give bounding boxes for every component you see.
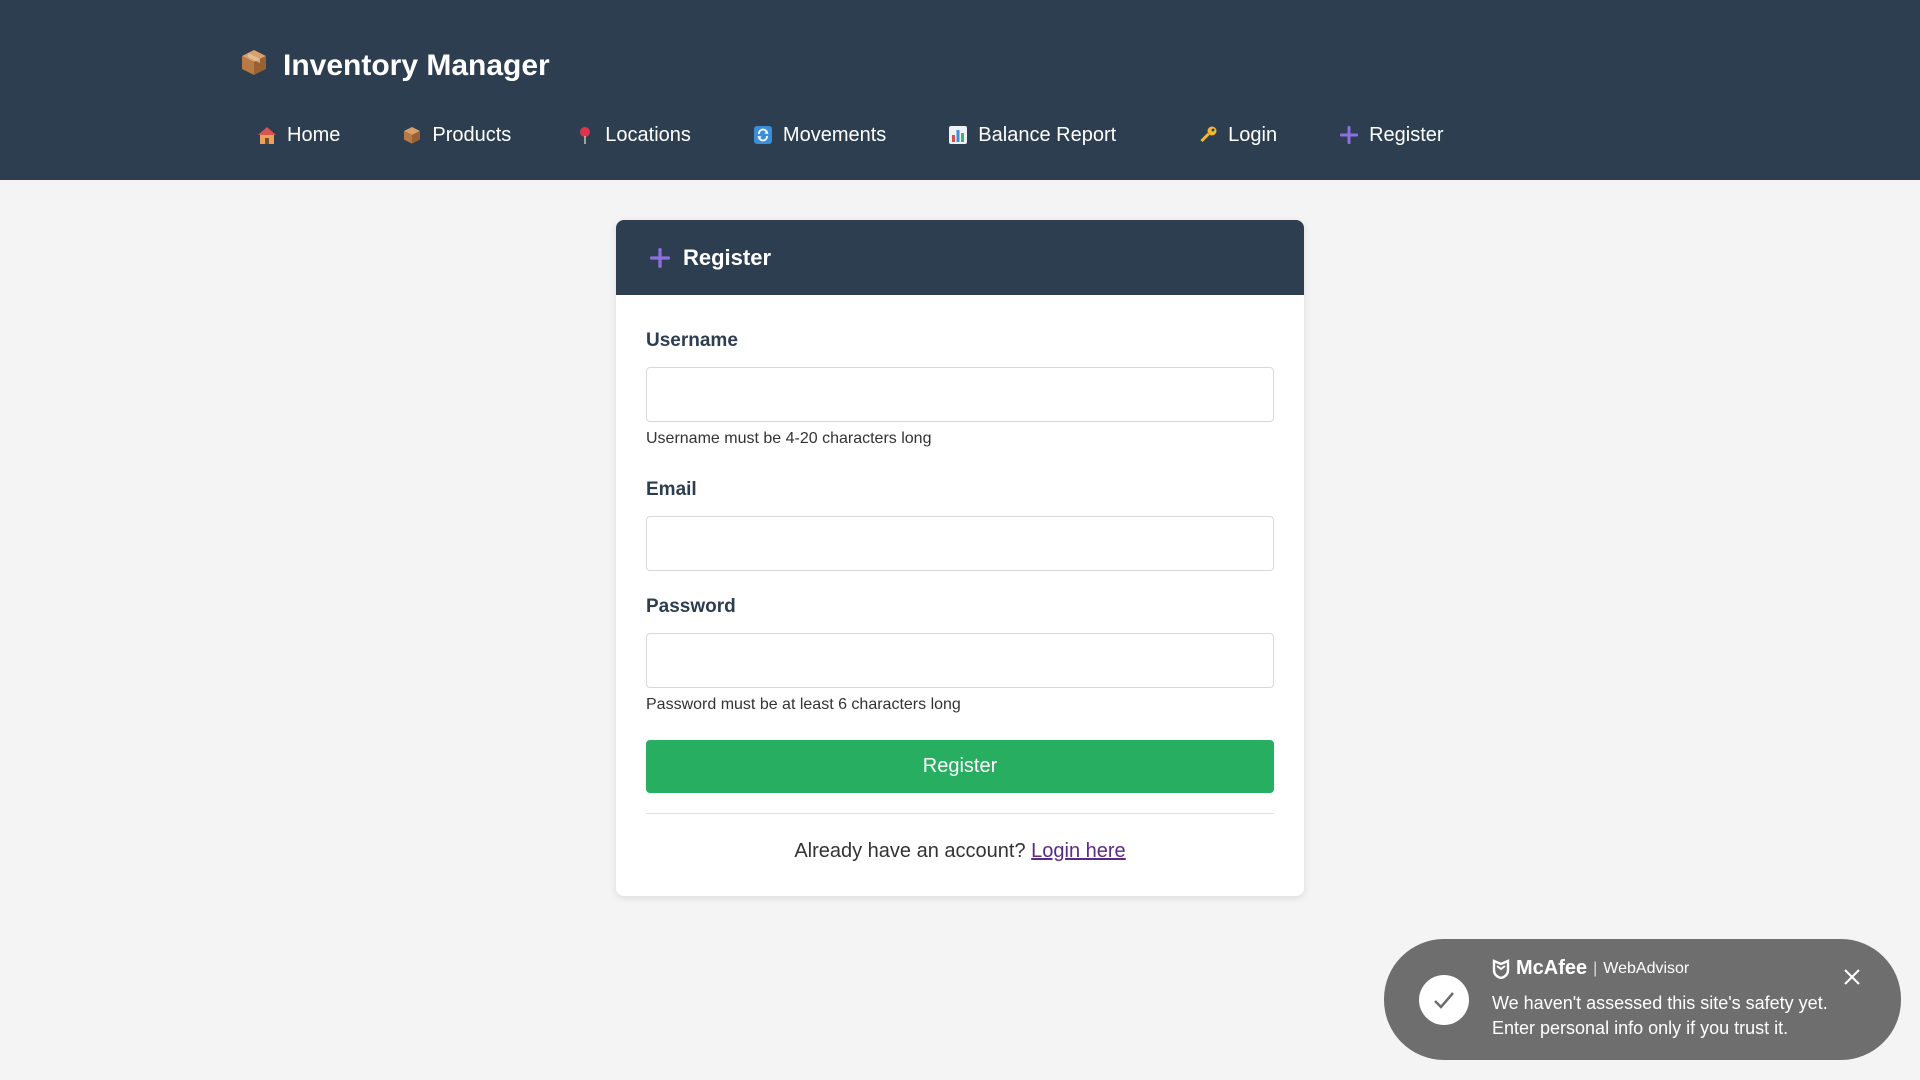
password-input[interactable] — [646, 633, 1274, 688]
package-icon — [239, 47, 269, 85]
mcafee-shield-icon — [1492, 958, 1510, 979]
nav-item-label: Register — [1369, 123, 1444, 146]
login-prompt-text: Already have an account? — [794, 840, 1026, 862]
nav-item-label: Movements — [782, 123, 887, 146]
login-link[interactable]: Login here — [1031, 840, 1126, 862]
nav-item-movements[interactable]: Movements — [753, 124, 886, 147]
webadvisor-toast: McAfee | WebAdvisor We haven't assessed … — [1384, 939, 1901, 1060]
nav-item-balance-report[interactable]: Balance Report — [948, 124, 1116, 147]
app-title: Inventory Manager — [283, 49, 550, 82]
password-label: Password — [646, 596, 736, 617]
password-hint: Password must be at least 6 characters l… — [646, 696, 961, 713]
app-brand[interactable]: Inventory Manager — [239, 44, 550, 88]
pin-icon — [575, 125, 595, 145]
house-icon — [257, 125, 277, 145]
register-card: Register Username Username must be 4-20 … — [616, 220, 1304, 896]
nav-item-products[interactable]: Products — [402, 124, 511, 147]
plus-icon — [649, 247, 671, 269]
refresh-icon — [753, 125, 773, 145]
card-title: Register — [683, 244, 772, 270]
close-icon[interactable] — [1840, 965, 1864, 989]
plus-icon — [1339, 125, 1359, 145]
nav-item-label: Balance Report — [978, 123, 1117, 146]
checkmark-icon — [1419, 975, 1469, 1025]
toast-separator: | — [1593, 959, 1598, 977]
email-input[interactable] — [646, 516, 1274, 571]
nav-item-home[interactable]: Home — [257, 124, 340, 147]
nav-item-label: Login — [1228, 123, 1278, 146]
divider — [646, 813, 1274, 814]
nav-item-register[interactable]: Register — [1339, 123, 1444, 147]
email-label: Email — [646, 479, 697, 500]
username-label: Username — [646, 330, 738, 351]
login-prompt: Already have an account? Login here — [616, 840, 1304, 863]
nav-item-label: Locations — [605, 123, 691, 146]
toast-brand-name: McAfee — [1516, 957, 1588, 979]
register-button[interactable]: Register — [646, 740, 1274, 793]
card-header: Register — [616, 220, 1304, 295]
username-hint: Username must be 4-20 characters long — [646, 430, 932, 447]
top-header: Inventory Manager Home Products Location… — [0, 0, 1920, 180]
bar-chart-icon — [948, 125, 968, 145]
nav-item-label: Products — [432, 123, 512, 146]
toast-brand: McAfee | WebAdvisor — [1492, 957, 1689, 980]
main-nav: Home Products Locations Movements Balanc… — [257, 118, 1444, 152]
nav-item-locations[interactable]: Locations — [575, 124, 691, 147]
nav-item-login[interactable]: Login — [1198, 124, 1277, 147]
package-icon — [402, 125, 422, 145]
toast-product: WebAdvisor — [1603, 959, 1690, 977]
toast-message: We haven't assessed this site's safety y… — [1492, 993, 1828, 1038]
key-icon — [1198, 125, 1218, 145]
nav-item-label: Home — [287, 123, 341, 146]
username-input[interactable] — [646, 367, 1274, 422]
